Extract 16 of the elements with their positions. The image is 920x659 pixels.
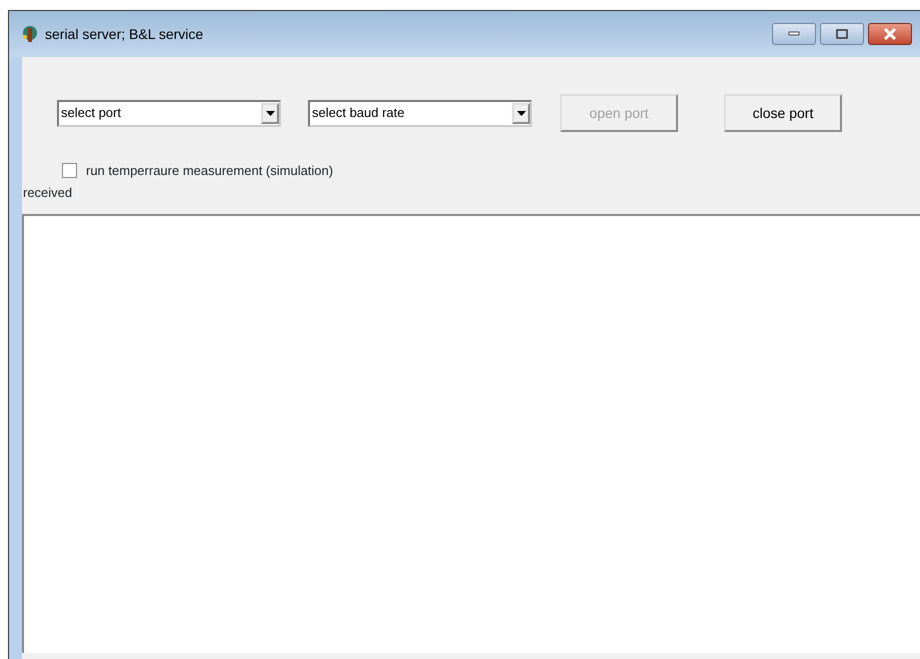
- dropdown[interactable]: select port: [57, 100, 281, 126]
- maximize-icon: [836, 29, 848, 39]
- maximize-button[interactable]: [820, 23, 864, 45]
- close-icon: [883, 28, 897, 40]
- port-button[interactable]: close port: [724, 94, 842, 132]
- checkbox[interactable]: [62, 163, 77, 178]
- received-label: received: [22, 184, 74, 202]
- caret-icon: [512, 102, 530, 124]
- caret-icon: [261, 102, 279, 124]
- checkbox-label: run temperraure measurement (simulation): [86, 162, 334, 180]
- close-button[interactable]: [868, 23, 912, 45]
- dropdown[interactable]: select baud rate: [308, 100, 532, 126]
- minimize-button[interactable]: [772, 23, 816, 45]
- minimize-icon: [788, 31, 800, 37]
- window-title: serial server; B&L service: [45, 24, 204, 44]
- app-icon: [21, 25, 39, 43]
